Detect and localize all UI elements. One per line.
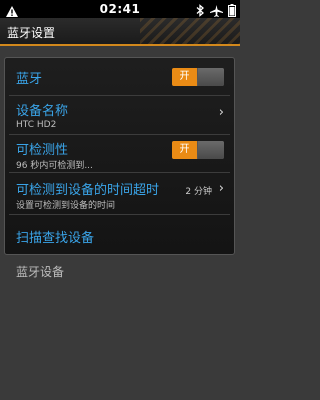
page-title: 蓝牙设置 (7, 26, 56, 40)
bluetooth-devices-header: 蓝牙设备 (16, 265, 65, 279)
toggle-on-label: 开 (172, 141, 197, 159)
title-bar: 蓝牙设置 (0, 18, 240, 46)
decorative-stripes (140, 18, 240, 44)
toggle-on-label: 开 (172, 68, 197, 86)
discoverable-timeout-row[interactable]: 可检测到设备的时间超时 设置可检测到设备的时间 2 分钟 › (5, 173, 234, 214)
discoverable-summary: 96 秒内可检测到... (16, 161, 93, 171)
discoverable-timeout-summary: 设置可检测到设备的时间 (16, 201, 116, 211)
discoverable-toggle[interactable]: 开 (172, 141, 224, 159)
device-name-value: HTC HD2 (16, 120, 57, 130)
discoverable-timeout-label: 可检测到设备的时间超时 (16, 183, 160, 198)
device-name-label: 设备名称 (16, 104, 69, 119)
scan-devices-label: 扫描查找设备 (16, 231, 95, 246)
bluetooth-toggle[interactable]: 开 (172, 68, 224, 86)
status-bar: 02:41 (0, 0, 240, 18)
discoverable-label: 可检测性 (16, 143, 69, 158)
discoverable-row[interactable]: 可检测性 96 秒内可检测到... 开 (5, 135, 234, 172)
toggle-thumb (198, 68, 224, 86)
discoverable-timeout-value: 2 分钟 (185, 187, 212, 197)
chevron-right-icon: › (218, 105, 224, 120)
bluetooth-label: 蓝牙 (16, 72, 43, 87)
bluetooth-toggle-row[interactable]: 蓝牙 开 (5, 58, 234, 95)
device-name-row[interactable]: 设备名称 HTC HD2 › (5, 96, 234, 134)
scan-devices-row[interactable]: 扫描查找设备 (5, 215, 234, 253)
toggle-thumb (198, 141, 224, 159)
chevron-right-icon: › (218, 181, 224, 196)
settings-panel: 蓝牙 开 设备名称 HTC HD2 › 可检测性 96 秒内可检测到... 开 … (4, 57, 235, 255)
